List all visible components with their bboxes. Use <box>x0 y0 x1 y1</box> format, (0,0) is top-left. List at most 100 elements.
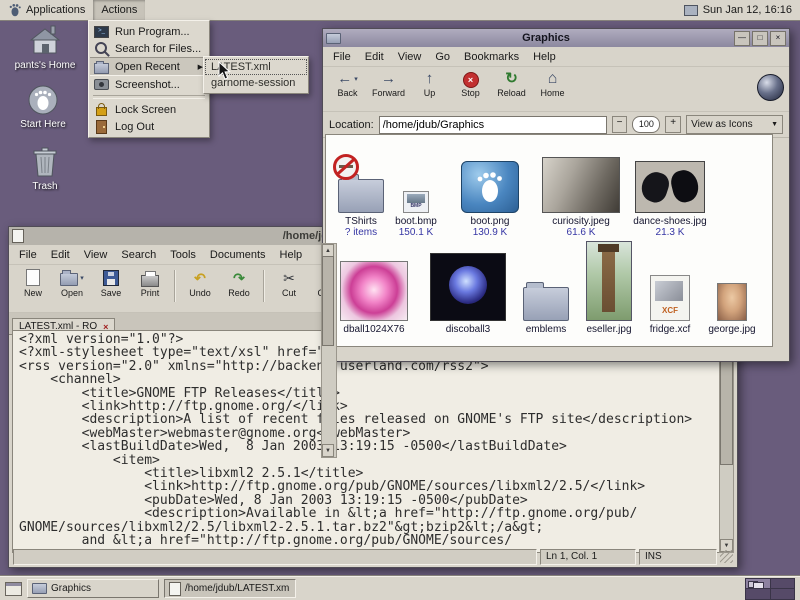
lock-icon <box>96 107 107 116</box>
menu-edit[interactable]: Edit <box>358 51 391 63</box>
back-button[interactable]: ← ▾ Back <box>328 69 367 109</box>
zoom-in-button[interactable]: + <box>665 116 681 133</box>
view-as-selector[interactable]: View as Icons ▼ <box>686 115 783 134</box>
menu-file[interactable]: File <box>12 249 44 261</box>
printer-icon <box>141 275 159 287</box>
close-button[interactable]: × <box>770 31 786 46</box>
maximize-button[interactable]: □ <box>752 31 768 46</box>
back-arrow-icon: ← <box>337 71 352 87</box>
file-emblems[interactable]: emblems <box>518 257 574 335</box>
scrollbar-thumb[interactable] <box>322 256 334 346</box>
workspace-2[interactable] <box>771 579 795 589</box>
minimize-button[interactable]: — <box>734 31 750 46</box>
menu-edit[interactable]: Edit <box>44 249 77 261</box>
desktop-icon-home[interactable]: pants's Home <box>8 25 82 71</box>
file-dball1024x76[interactable]: dball1024X76 <box>338 257 410 335</box>
home-toolbar-icon: ⌂ <box>548 71 558 87</box>
stop-button[interactable]: × Stop <box>451 69 490 109</box>
location-input[interactable] <box>379 116 607 134</box>
forward-button[interactable]: → Forward <box>369 69 408 109</box>
open-dropdown-icon[interactable]: ▾ <box>80 274 84 282</box>
desktop-icon-start-here[interactable]: Start Here <box>6 84 80 130</box>
workspace-3[interactable] <box>746 589 770 599</box>
actions-dropdown-menu: Run Program... Search for Files... Open … <box>88 20 210 138</box>
undo-button[interactable]: ↶ Undo <box>182 268 218 307</box>
gnome-foot-thumbnail-icon <box>461 161 519 213</box>
menu-help[interactable]: Help <box>273 249 310 261</box>
desktop-icon-trash[interactable]: Trash <box>8 146 82 192</box>
status-cursor-position: Ln 1, Col. 1 <box>540 549 636 565</box>
submenu-item-latest-xml[interactable]: LATEST.xml <box>205 59 307 75</box>
resize-grip[interactable] <box>720 550 733 563</box>
nautilus-menubar: File Edit View Go Bookmarks Help <box>323 47 789 67</box>
file-discoball3[interactable]: discoball3 <box>428 257 508 335</box>
camera-icon <box>94 79 109 90</box>
file-george-jpg[interactable]: george.jpg <box>708 257 756 335</box>
back-dropdown-icon[interactable]: ▾ <box>354 75 358 83</box>
menu-item-lock-screen[interactable]: Lock Screen <box>90 101 208 118</box>
nautilus-vertical-scrollbar[interactable]: ▲ ▼ <box>321 243 337 458</box>
save-button[interactable]: Save <box>93 268 129 307</box>
menu-item-log-out[interactable]: Log Out <box>90 118 208 135</box>
gedit-vertical-scrollbar[interactable]: ▲ ▼ <box>719 330 734 553</box>
menu-item-open-recent[interactable]: Open Recent ▶ <box>90 57 208 76</box>
menu-file[interactable]: File <box>326 51 358 63</box>
menu-bookmarks[interactable]: Bookmarks <box>457 51 526 63</box>
cut-button[interactable]: ✂ Cut <box>271 268 307 307</box>
open-button[interactable]: ▾ Open <box>54 268 90 307</box>
tower-photo-thumbnail <box>586 241 632 321</box>
file-tshirts[interactable]: TShirts ? items <box>332 149 390 238</box>
menu-tools[interactable]: Tools <box>163 249 203 261</box>
submenu-item-garnome-session[interactable]: garnome-session <box>205 75 307 91</box>
file-dance-shoes-jpg[interactable]: dance-shoes.jpg 21.3 K <box>632 149 708 238</box>
redo-icon: ↷ <box>233 270 245 286</box>
up-button[interactable]: ↑ Up <box>410 69 449 109</box>
scroll-down-icon[interactable]: ▼ <box>322 444 334 457</box>
menu-search[interactable]: Search <box>114 249 163 261</box>
window-list-applet-icon[interactable] <box>5 582 22 596</box>
throbber-icon <box>757 74 784 101</box>
stop-icon: × <box>463 72 479 88</box>
nautilus-file-view[interactable]: TShirts ? items boot.bmp 150.1 K boot.pn… <box>325 134 773 347</box>
menu-item-screenshot[interactable]: Screenshot... <box>90 76 208 93</box>
actions-menu-button[interactable]: Actions <box>93 0 145 20</box>
scissors-icon: ✂ <box>283 270 295 286</box>
file-fridge-xcf[interactable]: fridge.xcf <box>644 257 696 335</box>
menu-help[interactable]: Help <box>526 51 563 63</box>
home-button[interactable]: ⌂ Home <box>533 69 572 109</box>
menu-documents[interactable]: Documents <box>203 249 273 261</box>
menu-view[interactable]: View <box>391 51 429 63</box>
workspace-switcher <box>745 578 795 600</box>
reload-button[interactable]: ↻ Reload <box>492 69 531 109</box>
zoom-out-button[interactable]: − <box>612 116 628 133</box>
menu-item-search-for-files[interactable]: Search for Files... <box>90 40 208 57</box>
print-button[interactable]: Print <box>132 268 168 307</box>
file-boot-bmp[interactable]: boot.bmp 150.1 K <box>390 149 442 238</box>
xcf-file-icon <box>650 275 690 321</box>
bmp-thumbnail-icon <box>403 191 429 213</box>
menu-view[interactable]: View <box>77 249 115 261</box>
taskbar-button-gedit[interactable]: /home/jdub/LATEST.xm <box>164 579 296 598</box>
clock-applet[interactable]: Sun Jan 12, 16:16 <box>676 4 800 16</box>
workspace-1[interactable] <box>746 579 770 589</box>
nautilus-window-icon <box>326 33 341 44</box>
open-folder-icon <box>60 273 78 286</box>
nautilus-titlebar[interactable]: Graphics — □ × <box>323 29 789 47</box>
undo-icon: ↶ <box>194 270 206 286</box>
code-line: <description>Available in &lt;a href="ht… <box>19 507 724 520</box>
menu-item-run-program[interactable]: Run Program... <box>90 23 208 40</box>
code-line: <pubDate>Wed, 8 Jan 2003 13:19:15 -0500<… <box>19 494 724 507</box>
display-icon <box>684 5 698 16</box>
workspace-4[interactable] <box>771 589 795 599</box>
taskbar-button-graphics[interactable]: Graphics <box>27 579 159 598</box>
file-eseller-jpg[interactable]: eseller.jpg <box>582 257 636 335</box>
new-button[interactable]: New <box>15 268 51 307</box>
gedit-text-area[interactable]: <?xml version="1.0"?> <?xml-stylesheet t… <box>12 330 725 553</box>
gnome-foot-icon <box>8 3 22 17</box>
redo-button[interactable]: ↷ Redo <box>221 268 257 307</box>
file-boot-png[interactable]: boot.png 130.9 K <box>452 149 528 238</box>
file-curiosity-jpeg[interactable]: curiosity.jpeg 61.6 K <box>538 149 624 238</box>
menu-go[interactable]: Go <box>428 51 457 63</box>
up-arrow-icon: ↑ <box>426 71 434 87</box>
applications-menu-button[interactable]: Applications <box>0 0 93 20</box>
